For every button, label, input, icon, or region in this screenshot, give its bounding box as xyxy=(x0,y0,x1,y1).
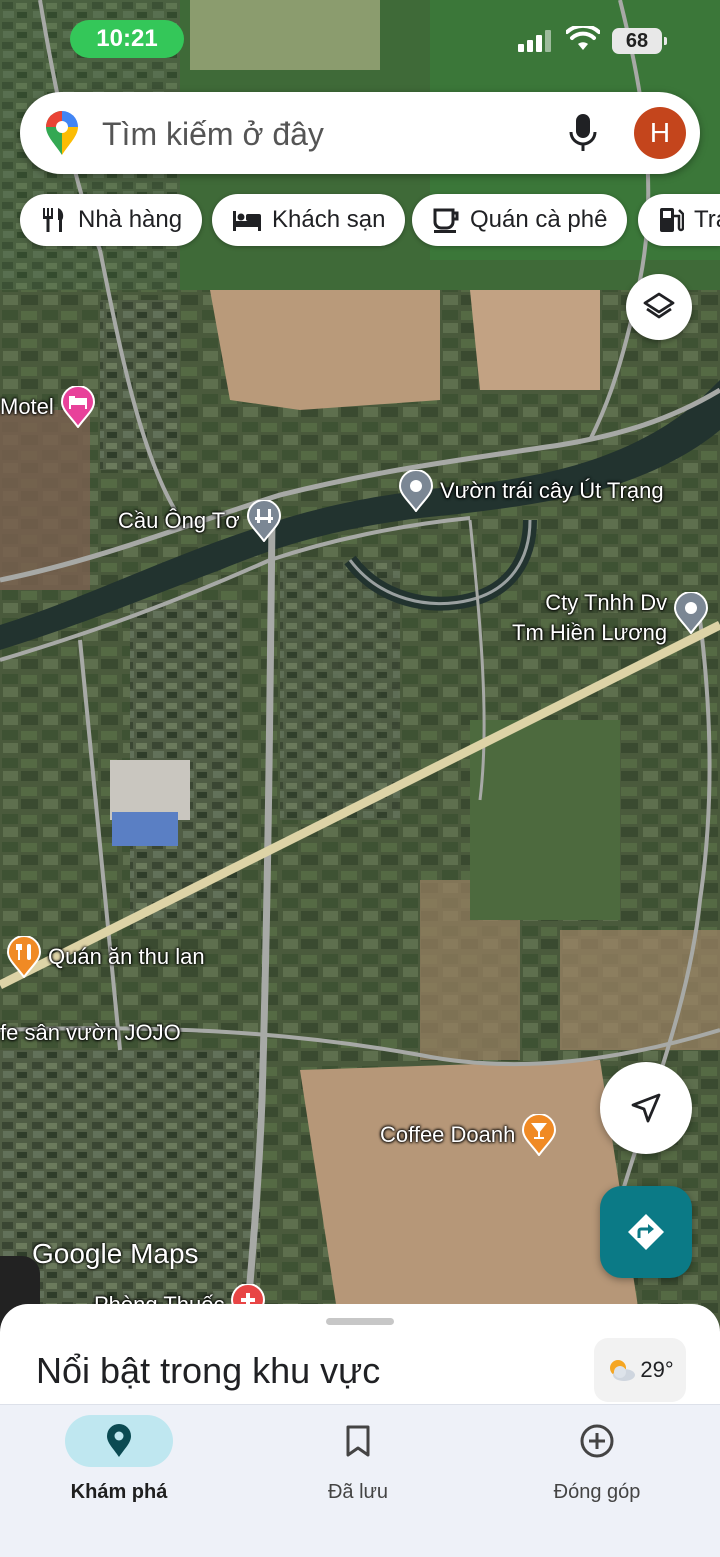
place-label: Cty Tnhh Dv Tm Hiền Lương xyxy=(512,590,668,645)
place-coffee-doanh[interactable]: Coffee Doanh xyxy=(380,1114,557,1156)
place-motel[interactable]: Motel xyxy=(0,386,96,428)
nav-explore[interactable]: Khám phá xyxy=(29,1415,209,1504)
chip-gas-station[interactable]: Trạ xyxy=(638,194,720,246)
hotel-icon xyxy=(233,211,261,231)
place-label: Quán ăn thu lan xyxy=(48,944,205,969)
chip-label: Nhà hàng xyxy=(78,206,183,233)
place-quan-an-thu-lan[interactable]: Quán ăn thu lan xyxy=(6,936,205,978)
weather-chip[interactable]: 29° xyxy=(594,1338,686,1402)
place-cau-ong-to[interactable]: Cầu Ông Tơ xyxy=(118,500,282,542)
layers-button[interactable] xyxy=(626,274,692,340)
layers-icon xyxy=(643,292,675,319)
place-vuon-trai-cay[interactable]: Vườn trái cây Út Trạng xyxy=(398,470,664,512)
chip-restaurants[interactable]: Nhà hàng xyxy=(20,194,203,246)
chip-label: Trạ xyxy=(694,206,720,233)
bottom-navigation: Khám phá Đã lưu Đóng góp xyxy=(0,1404,720,1557)
navigation-arrow-icon xyxy=(631,1093,661,1123)
chip-label: Khách sạn xyxy=(272,206,386,233)
wifi-icon xyxy=(566,26,600,50)
place-pin-icon xyxy=(673,592,709,634)
my-location-button[interactable] xyxy=(600,1062,692,1154)
explore-pin-icon xyxy=(107,1424,131,1457)
add-circle-icon xyxy=(580,1424,614,1458)
nav-label: Đã lưu xyxy=(327,1481,389,1503)
chip-label: Quán cà phê xyxy=(470,206,608,233)
nav-label: Khám phá xyxy=(70,1481,168,1503)
battery-indicator: 68 xyxy=(612,28,667,54)
partly-cloudy-icon xyxy=(610,1360,636,1381)
place-pin-icon xyxy=(398,470,434,512)
chip-hotels[interactable]: Khách sạn xyxy=(212,194,406,246)
nav-label: Đóng góp xyxy=(553,1481,641,1503)
hotel-pin-icon xyxy=(60,386,96,428)
directions-button[interactable] xyxy=(600,1186,692,1278)
chip-coffee[interactable]: Quán cà phê xyxy=(412,194,628,246)
cellular-signal-icon xyxy=(518,30,551,52)
place-label: fe sân vườn JOJO xyxy=(0,1020,181,1045)
cafe-pin-icon xyxy=(521,1114,557,1156)
bottom-sheet[interactable]: Nổi bật trong khu vực 29° xyxy=(0,1304,720,1414)
microphone-icon[interactable] xyxy=(566,112,600,154)
directions-icon xyxy=(628,1214,664,1250)
coffee-icon xyxy=(433,208,459,233)
search-input[interactable] xyxy=(102,114,542,154)
account-avatar[interactable]: H xyxy=(634,107,686,159)
restaurant-icon xyxy=(43,208,64,232)
temperature-label: 29° xyxy=(640,1357,674,1382)
nav-contribute[interactable]: Đóng góp xyxy=(507,1415,687,1504)
place-label: Vườn trái cây Út Trạng xyxy=(440,478,664,503)
status-bar: 10:21 68 xyxy=(0,0,720,80)
status-time: 10:21 xyxy=(70,20,184,58)
place-cty-hien-luong[interactable]: Cty Tnhh Dv Tm Hiền Lương xyxy=(512,588,709,648)
gas-station-icon xyxy=(660,208,684,232)
google-maps-logo-icon xyxy=(46,111,78,155)
place-cafe-jojo[interactable]: fe sân vườn JOJO xyxy=(0,1020,181,1046)
search-bar[interactable]: H xyxy=(20,92,700,174)
bookmark-icon xyxy=(346,1425,370,1457)
nav-saved[interactable]: Đã lưu xyxy=(268,1415,448,1504)
google-maps-watermark: Google Maps xyxy=(32,1238,199,1269)
sheet-grabber[interactable] xyxy=(326,1318,394,1325)
sheet-title: Nổi bật trong khu vực xyxy=(36,1350,381,1391)
bridge-pin-icon xyxy=(246,500,282,542)
place-label: Motel xyxy=(0,394,54,419)
restaurant-pin-icon xyxy=(6,936,42,978)
place-label: Coffee Doanh xyxy=(380,1122,516,1147)
place-label: Cầu Ông Tơ xyxy=(118,508,240,533)
